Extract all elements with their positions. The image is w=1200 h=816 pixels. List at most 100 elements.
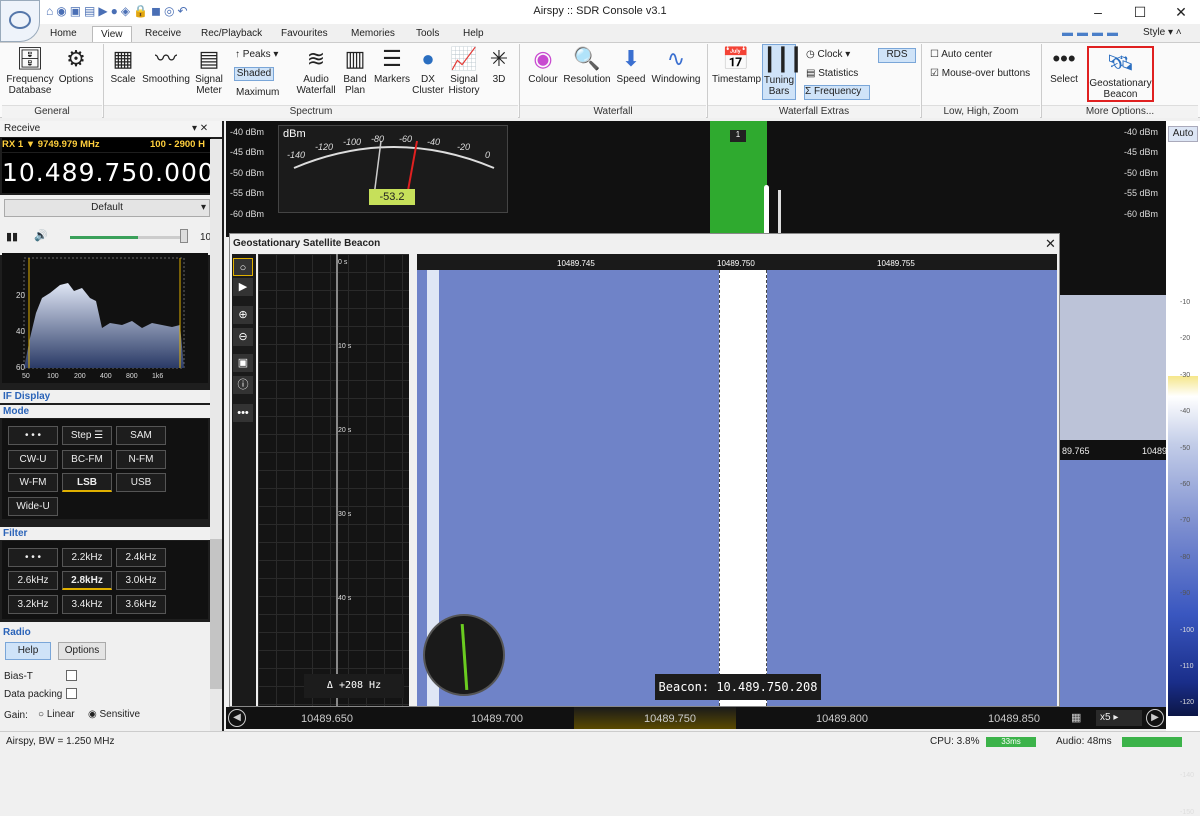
info-icon[interactable]: ⓘ bbox=[233, 376, 253, 394]
mode-title[interactable]: Mode bbox=[0, 405, 210, 418]
speaker-icon[interactable]: 🔊 bbox=[34, 229, 48, 242]
filter-3-2khz-button[interactable]: 3.2kHz bbox=[8, 595, 58, 614]
mode-sam-button[interactable]: SAM bbox=[116, 426, 166, 445]
tab-home[interactable]: Home bbox=[42, 26, 85, 42]
filter-3-0khz-button[interactable]: 3.0kHz bbox=[116, 571, 166, 590]
audio-waterfall-button[interactable]: ≋ Audio Waterfall bbox=[294, 44, 338, 96]
filter-2-8khz-button[interactable]: 2.8kHz bbox=[62, 571, 112, 590]
play-icon[interactable]: ▶ bbox=[233, 278, 253, 296]
marker-label[interactable]: 1 bbox=[730, 130, 746, 142]
clock-button[interactable]: ◷ Clock ▾ bbox=[806, 49, 850, 60]
dialog-close-icon[interactable]: ✕ bbox=[1045, 236, 1056, 252]
shaded-button[interactable]: Shaded bbox=[234, 67, 274, 81]
smoothing-button[interactable]: 〰 Smoothing bbox=[140, 44, 192, 85]
filter-2-4khz-button[interactable]: 2.4kHz bbox=[116, 548, 166, 567]
scale-label: -150 bbox=[1180, 808, 1195, 816]
scale-button[interactable]: ▦ Scale bbox=[108, 44, 138, 85]
signal-meter-button[interactable]: ▤ Signal Meter bbox=[192, 44, 226, 96]
tab-receive[interactable]: Receive bbox=[137, 26, 189, 42]
help-button[interactable]: Help bbox=[5, 642, 51, 660]
scroll-left-icon[interactable]: ◀ bbox=[228, 709, 246, 727]
zoom-in-icon[interactable]: ⊕ bbox=[233, 306, 253, 324]
zoom-out-icon[interactable]: ⊖ bbox=[233, 328, 253, 346]
tab-rec-playback[interactable]: Rec/Playback bbox=[193, 26, 270, 42]
volume-slider[interactable] bbox=[70, 236, 184, 239]
app-menu-button[interactable] bbox=[0, 0, 40, 42]
mode-step-button[interactable]: Step ☰ bbox=[62, 426, 112, 445]
rds-button[interactable]: RDS bbox=[878, 48, 916, 63]
if-display-title[interactable]: IF Display bbox=[0, 390, 210, 403]
geostationary-beacon-button[interactable]: 🛰 Geostationary Beacon bbox=[1087, 46, 1154, 102]
filter-2-6khz-button[interactable]: 2.6kHz bbox=[8, 571, 58, 590]
maximize-button[interactable]: ☐ bbox=[1129, 2, 1151, 22]
mode-nfm-button[interactable]: N-FM bbox=[116, 450, 166, 469]
tab-tools[interactable]: Tools bbox=[408, 26, 447, 42]
style-menu[interactable]: Style ▾ ˄ bbox=[1143, 27, 1182, 38]
mode-usb-button[interactable]: USB bbox=[116, 473, 166, 492]
filter-title[interactable]: Filter bbox=[0, 527, 210, 540]
select-button[interactable]: ••• Select bbox=[1046, 44, 1082, 85]
mouse-over-buttons-checkbox[interactable]: ☑ Mouse-over buttons bbox=[930, 68, 1030, 79]
timestamp-button[interactable]: 📅 Timestamp bbox=[712, 44, 761, 85]
title-bar: ⌂◉▣▤▶●◈🔒◼◎↶ Airspy :: SDR Console v3.1 –… bbox=[0, 0, 1200, 24]
filter-3-4khz-button[interactable]: 3.4kHz bbox=[62, 595, 112, 614]
filter-more-button[interactable]: • • • bbox=[8, 548, 58, 567]
frequency-button[interactable]: Σ Frequency bbox=[804, 85, 870, 100]
mode-more-button[interactable]: • • • bbox=[8, 426, 58, 445]
mode-bcfm-button[interactable]: BC-FM bbox=[62, 450, 112, 469]
band-plan-button[interactable]: ▥ Band Plan bbox=[340, 44, 370, 96]
gain-sensitive-radio[interactable]: ◉ Sensitive bbox=[88, 709, 140, 720]
tab-favourites[interactable]: Favourites bbox=[273, 26, 336, 42]
tab-help[interactable]: Help bbox=[455, 26, 492, 42]
gain-linear-radio[interactable]: ○ Linear bbox=[38, 709, 75, 720]
mode-lsb-button[interactable]: LSB bbox=[62, 473, 112, 492]
3d-button[interactable]: ✳ 3D bbox=[486, 44, 512, 85]
radio-title[interactable]: Radio bbox=[0, 626, 210, 639]
beacon-waterfall[interactable]: 10489.745 10489.750 10489.755 Beacon: 10… bbox=[417, 254, 1057, 706]
frequency-scale-bar[interactable]: ◀ 10489.650 10489.700 10489.750 10489.80… bbox=[226, 707, 1166, 729]
save-icon[interactable]: ▣ bbox=[233, 354, 253, 372]
frequency-display[interactable]: 10.489.750.000 bbox=[2, 153, 214, 193]
windowing-button[interactable]: ∿ Windowing bbox=[648, 44, 704, 85]
mode-wideu-button[interactable]: Wide-U bbox=[8, 497, 58, 516]
dx-cluster-button[interactable]: ● DX Cluster bbox=[412, 44, 444, 96]
filter-3-6khz-button[interactable]: 3.6kHz bbox=[116, 595, 166, 614]
record-icon[interactable]: ○ bbox=[233, 258, 253, 276]
tuning-bars-button[interactable]: ┃┃┃ Tuning Bars bbox=[762, 44, 803, 100]
scroll-right-icon[interactable]: ▶ bbox=[1146, 709, 1164, 727]
markers-button[interactable]: ☰ Markers bbox=[372, 44, 412, 85]
beacon-signal bbox=[719, 270, 767, 706]
signal-history-button[interactable]: 📈 Signal History bbox=[446, 44, 482, 96]
color-scale[interactable]: Auto -10 -20 -30 -40 -50 -60 -70 -80 -90 -100 -110… bbox=[1166, 121, 1200, 816]
left-scrollbar[interactable] bbox=[210, 139, 222, 731]
mode-wfm-button[interactable]: W-FM bbox=[8, 473, 58, 492]
speed-button[interactable]: ⬇ Speed bbox=[614, 44, 648, 85]
volume-slider-thumb[interactable] bbox=[180, 229, 188, 243]
preset-dropdown[interactable]: Default ▾ bbox=[4, 199, 210, 217]
more-icon[interactable]: ••• bbox=[233, 404, 253, 422]
colour-button[interactable]: ◉ Colour bbox=[524, 44, 562, 85]
mode-cwu-button[interactable]: CW-U bbox=[8, 450, 58, 469]
radio-options-button[interactable]: Options bbox=[58, 642, 106, 660]
data-packing-checkbox[interactable] bbox=[66, 688, 77, 699]
layout-icons[interactable]: ▬▬▬▬ bbox=[1062, 27, 1132, 40]
tab-memories[interactable]: Memories bbox=[343, 26, 403, 42]
options-button[interactable]: ⚙ Options bbox=[56, 44, 96, 85]
close-button[interactable]: ✕ bbox=[1170, 2, 1192, 22]
maximum-button[interactable]: Maximum bbox=[236, 87, 279, 98]
resolution-button[interactable]: 🔍 Resolution bbox=[562, 44, 612, 85]
bars-icon[interactable]: ▮▮ bbox=[6, 230, 18, 243]
filter-2-2khz-button[interactable]: 2.2kHz bbox=[62, 548, 112, 567]
tab-view[interactable]: View bbox=[92, 26, 132, 42]
auto-center-checkbox[interactable]: ☐ Auto center bbox=[930, 49, 992, 60]
statistics-button[interactable]: ▤ Statistics bbox=[806, 68, 858, 79]
time-plot[interactable]: 0 s 10 s 20 s 30 s 40 s Δ +208 Hz bbox=[258, 254, 409, 706]
peaks-button[interactable]: ↑ Peaks ▾ bbox=[235, 49, 278, 60]
auto-button[interactable]: Auto bbox=[1168, 126, 1198, 142]
rx-info[interactable]: RX 1 ▼ 9749.979 MHz 100 - 2900 H bbox=[2, 138, 211, 152]
zoom-selector[interactable]: x5 ▸ bbox=[1096, 710, 1142, 726]
minimize-button[interactable]: – bbox=[1087, 2, 1109, 22]
keyboard-icon[interactable]: ▦ bbox=[1071, 711, 1081, 724]
bias-t-checkbox[interactable] bbox=[66, 670, 77, 681]
frequency-database-button[interactable]: 🗄 Frequency Database bbox=[6, 44, 54, 96]
